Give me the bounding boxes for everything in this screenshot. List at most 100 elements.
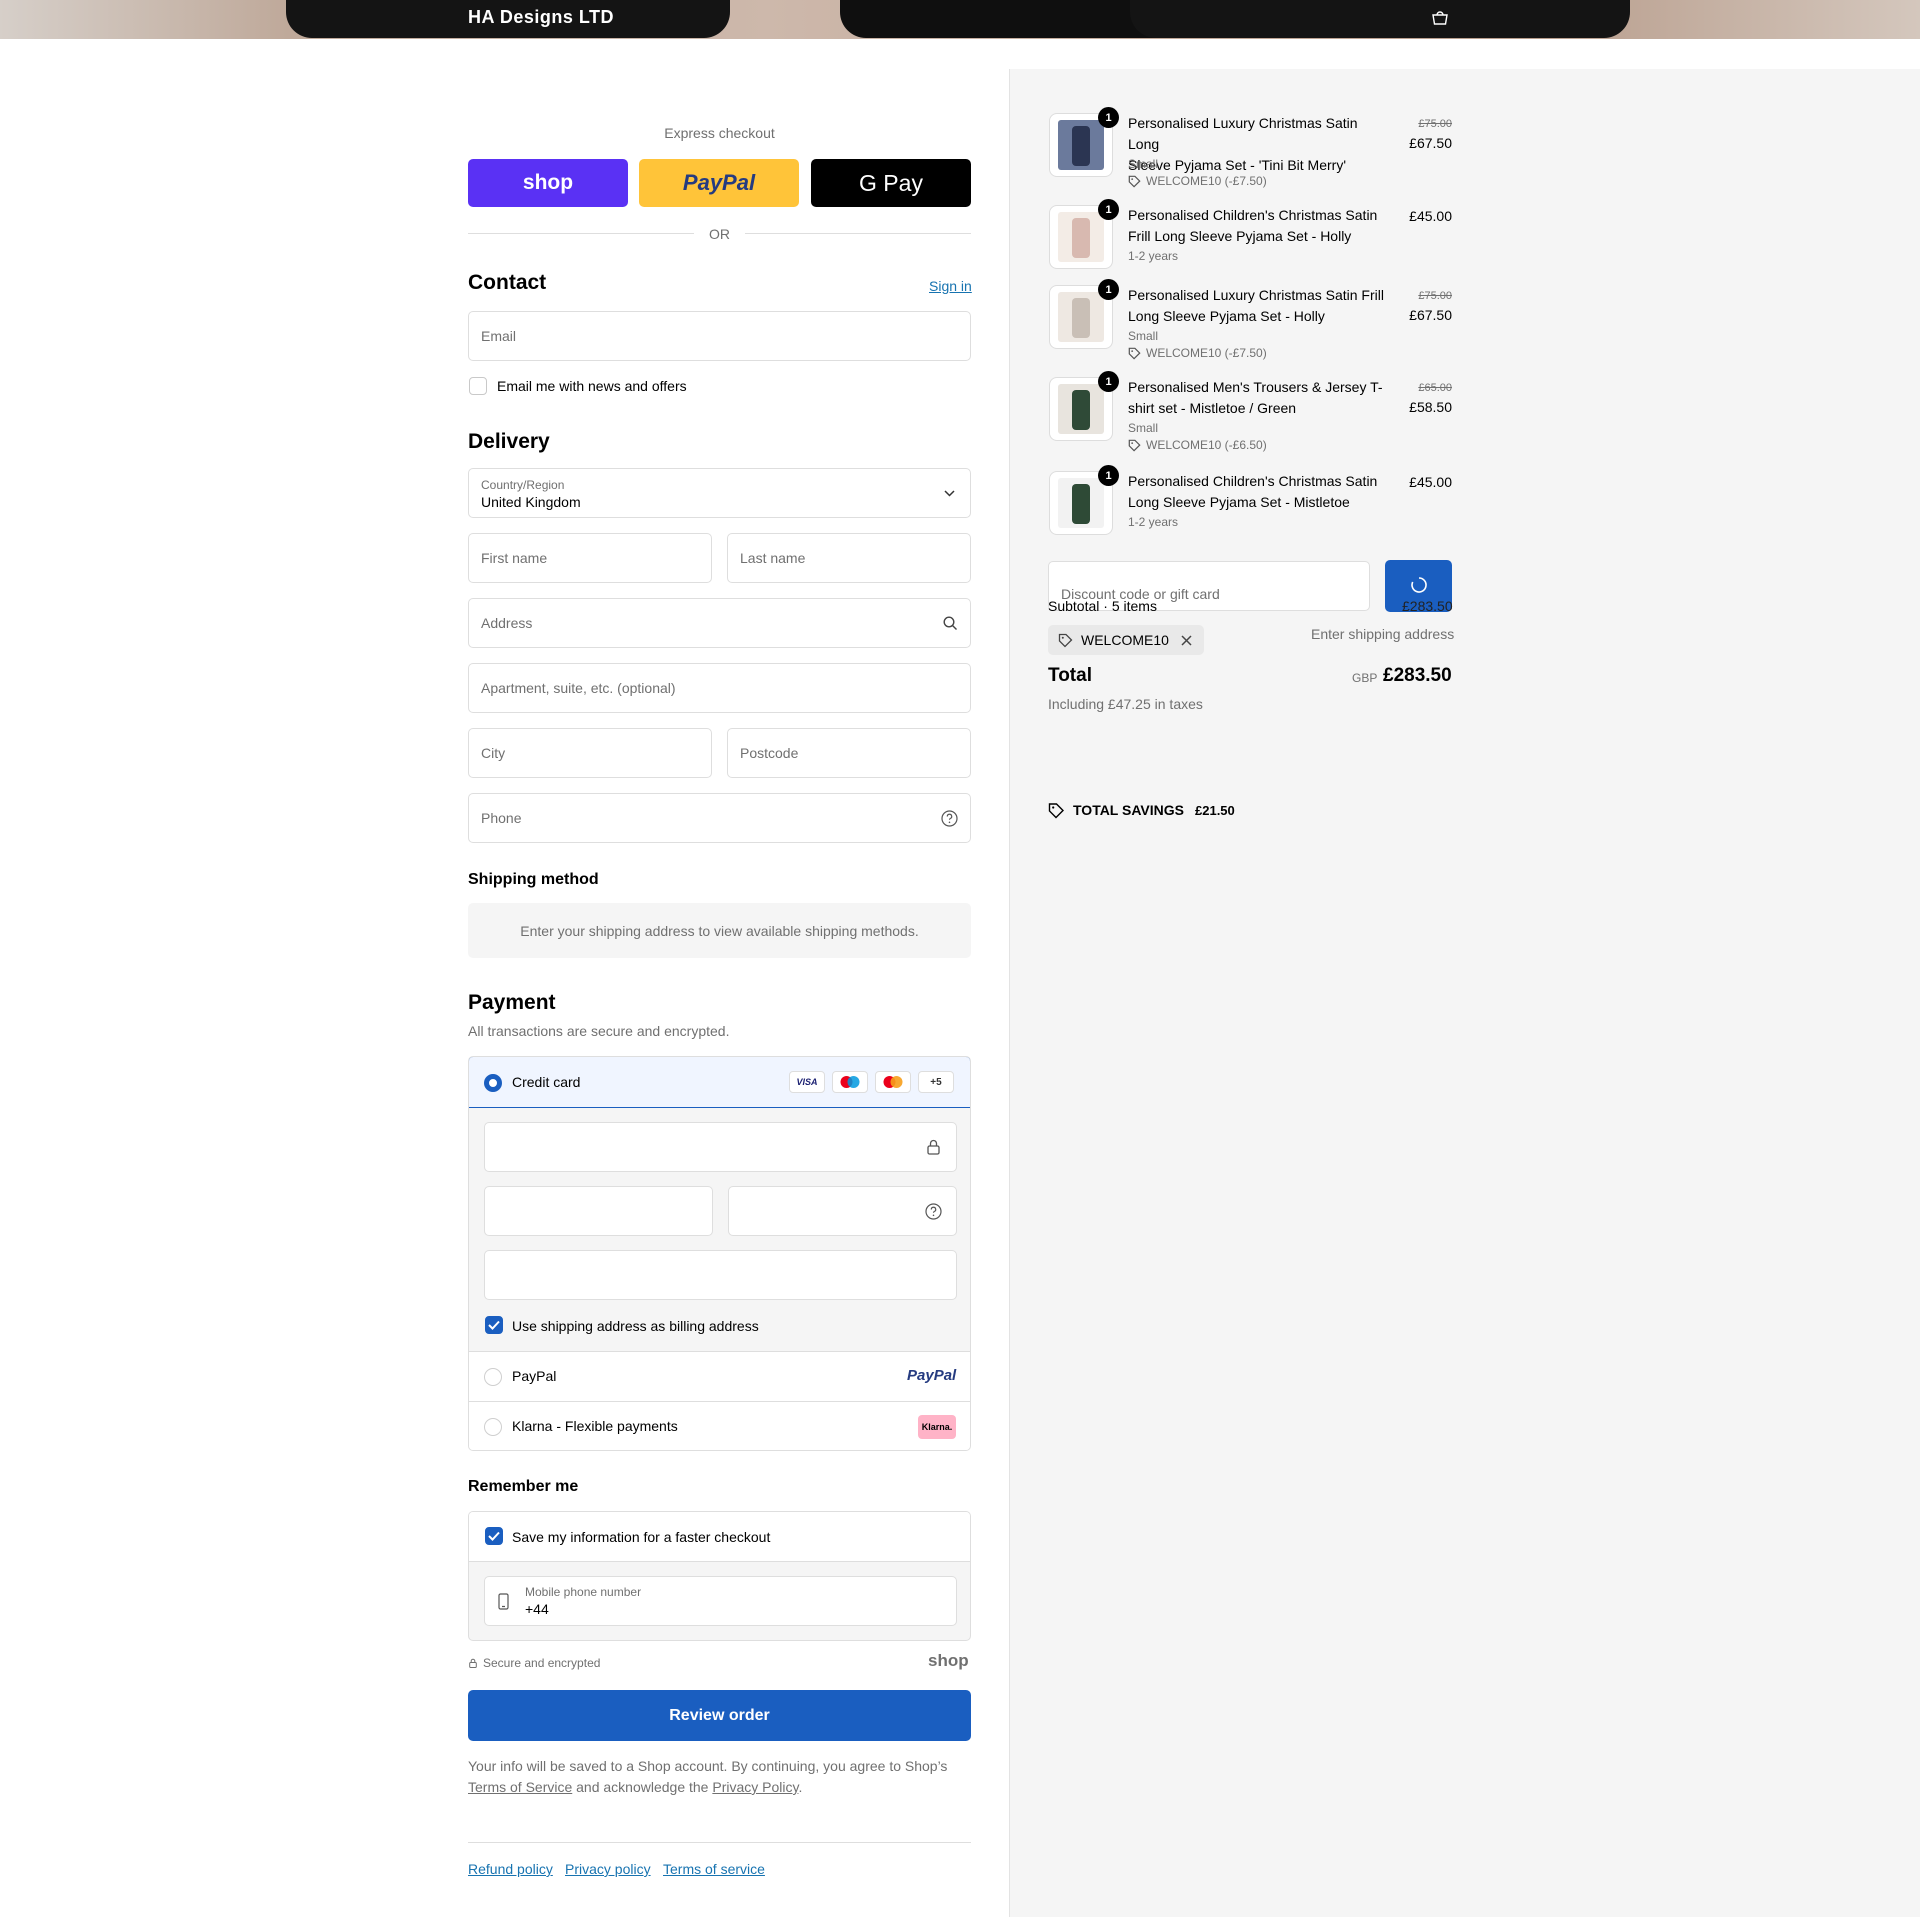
paypal-option-label: PayPal bbox=[512, 1368, 557, 1384]
privacy-policy-footer-link[interactable]: Privacy policy bbox=[565, 1861, 651, 1877]
klarna-logo: Klarna. bbox=[918, 1415, 956, 1439]
save-info-checkbox[interactable] bbox=[485, 1527, 503, 1545]
country-label: Country/Region bbox=[481, 478, 565, 492]
mobile-phone-label: Mobile phone number bbox=[525, 1585, 642, 1599]
phone-placeholder: Phone bbox=[481, 810, 522, 826]
shipping-notice: Enter your shipping address to view avai… bbox=[520, 922, 919, 939]
newsletter-checkbox[interactable] bbox=[469, 377, 487, 395]
terms-of-service-link[interactable]: Terms of Service bbox=[468, 1779, 572, 1795]
product-discount-text: WELCOME10 (-£7.50) bbox=[1146, 174, 1267, 188]
product-name-line-1: Personalised Children's Christmas Satin bbox=[1128, 207, 1378, 223]
total-label: Total bbox=[1048, 665, 1092, 686]
paypal-radio[interactable] bbox=[484, 1368, 502, 1386]
savings-tag-icon bbox=[1048, 803, 1064, 819]
country-select[interactable]: Country/Region United Kingdom bbox=[468, 468, 971, 518]
payment-methods: Credit card VISA +5 Use shipping address… bbox=[468, 1056, 971, 1451]
mobile-phone-value: +44 bbox=[525, 1601, 549, 1617]
security-code-field[interactable] bbox=[728, 1186, 957, 1236]
payment-subtitle: All transactions are secure and encrypte… bbox=[468, 1023, 730, 1039]
legal-text-3: . bbox=[798, 1779, 803, 1795]
apartment-field[interactable]: Apartment, suite, etc. (optional) bbox=[468, 663, 971, 713]
mobile-phone-field[interactable]: Mobile phone number +44 bbox=[484, 1576, 957, 1626]
lock-icon bbox=[469, 1658, 477, 1668]
postcode-placeholder: Postcode bbox=[740, 745, 799, 761]
quantity-badge: 1 bbox=[1098, 107, 1119, 128]
mobile-phone-icon bbox=[498, 1593, 509, 1610]
total-savings-label: TOTAL SAVINGS bbox=[1073, 802, 1184, 818]
credit-card-option[interactable]: Credit card VISA +5 bbox=[469, 1057, 970, 1108]
product-thumbnail: 1 bbox=[1049, 371, 1119, 441]
store-header: HA Designs LTD bbox=[0, 0, 1920, 39]
credit-card-label: Credit card bbox=[512, 1074, 581, 1090]
tag-icon bbox=[1128, 439, 1141, 452]
shop-pay-button[interactable]: shop bbox=[468, 159, 628, 207]
first-name-placeholder: First name bbox=[481, 550, 548, 566]
product-name: Personalised Men's Trousers & Jersey T- … bbox=[1128, 377, 1388, 419]
expiry-field[interactable] bbox=[484, 1186, 713, 1236]
paypal-button-label: PayPal bbox=[682, 170, 756, 195]
phone-field[interactable]: Phone bbox=[468, 793, 971, 843]
product-discount: WELCOME10 (-£7.50) bbox=[1128, 174, 1267, 188]
subtotal-label: Subtotal · 5 items bbox=[1048, 598, 1157, 614]
last-name-field[interactable]: Last name bbox=[727, 533, 971, 583]
bag-icon[interactable] bbox=[1431, 10, 1449, 25]
country-value: United Kingdom bbox=[481, 494, 581, 510]
help-icon[interactable] bbox=[941, 810, 958, 827]
product-discount: WELCOME10 (-£6.50) bbox=[1128, 438, 1267, 452]
refund-policy-link[interactable]: Refund policy bbox=[468, 1861, 553, 1877]
save-info-label: Save my information for a faster checkou… bbox=[512, 1529, 771, 1545]
help-icon[interactable] bbox=[925, 1203, 942, 1220]
product-thumbnail: 1 bbox=[1049, 279, 1119, 349]
billing-same-checkbox[interactable] bbox=[485, 1316, 503, 1334]
product-name-line-1: Personalised Children's Christmas Satin bbox=[1128, 473, 1378, 489]
address-field[interactable]: Address bbox=[468, 598, 971, 648]
or-divider: OR bbox=[468, 224, 971, 244]
terms-of-service-footer-link[interactable]: Terms of service bbox=[663, 1861, 765, 1877]
card-number-field[interactable] bbox=[484, 1122, 957, 1172]
klarna-radio[interactable] bbox=[484, 1418, 502, 1436]
paypal-option[interactable]: PayPal PayPal bbox=[469, 1351, 970, 1401]
email-placeholder: Email bbox=[481, 328, 517, 344]
product-thumbnail: 1 bbox=[1049, 199, 1119, 269]
city-field[interactable]: City bbox=[468, 728, 712, 778]
discount-tag: WELCOME10 bbox=[1048, 625, 1204, 655]
express-checkout-label: Express checkout bbox=[664, 125, 775, 141]
product-variant: 1-2 years bbox=[1128, 249, 1179, 263]
product-discount-text: WELCOME10 (-£6.50) bbox=[1146, 438, 1267, 452]
shipping-method-heading: Shipping method bbox=[468, 871, 599, 888]
product-thumbnail: 1 bbox=[1049, 107, 1119, 177]
tag-icon bbox=[1128, 347, 1141, 360]
google-pay-label: G Pay bbox=[859, 169, 923, 196]
product-price: £45.00 bbox=[1409, 474, 1452, 490]
close-icon[interactable] bbox=[1181, 634, 1192, 646]
name-on-card-field[interactable] bbox=[484, 1250, 957, 1300]
first-name-field[interactable]: First name bbox=[468, 533, 712, 583]
postcode-field[interactable]: Postcode bbox=[727, 728, 971, 778]
save-info-row[interactable]: Save my information for a faster checkou… bbox=[469, 1512, 970, 1562]
product-name-line-2: Long Sleeve Pyjama Set - Holly bbox=[1128, 308, 1325, 324]
google-pay-button[interactable]: G Pay bbox=[811, 159, 971, 207]
product-original-price: £75.00 bbox=[1418, 118, 1452, 130]
product-variant: 1-2 years bbox=[1128, 515, 1179, 529]
paypal-button[interactable]: PayPal bbox=[639, 159, 799, 207]
sign-in-link[interactable]: Sign in bbox=[929, 278, 972, 294]
secure-encrypted-label: Secure and encrypted bbox=[483, 1656, 601, 1670]
product-name-line-2: Frill Long Sleeve Pyjama Set - Holly bbox=[1128, 228, 1352, 244]
store-name[interactable]: HA Designs LTD bbox=[468, 7, 614, 28]
or-label: OR bbox=[709, 226, 730, 242]
product-discount-text: WELCOME10 (-£7.50) bbox=[1146, 346, 1267, 360]
privacy-policy-link[interactable]: Privacy Policy bbox=[712, 1779, 798, 1795]
taxes-note: Including £47.25 in taxes bbox=[1048, 696, 1203, 712]
credit-card-radio[interactable] bbox=[484, 1074, 502, 1092]
visa-icon: VISA bbox=[789, 1071, 825, 1093]
remember-me-box: Save my information for a faster checkou… bbox=[468, 1511, 971, 1641]
klarna-option[interactable]: Klarna - Flexible payments Klarna. bbox=[469, 1401, 970, 1450]
email-field[interactable]: Email bbox=[468, 311, 971, 361]
review-order-button[interactable]: Review order bbox=[468, 1690, 971, 1741]
header-image-bag-3 bbox=[1130, 0, 1630, 38]
product-name-line-1: Personalised Luxury Christmas Satin Long bbox=[1128, 115, 1358, 152]
legal-text-1: Your info will be saved to a Shop accoun… bbox=[468, 1758, 948, 1774]
chevron-down-icon bbox=[944, 490, 955, 497]
product-name: Personalised Luxury Christmas Satin Long… bbox=[1128, 113, 1388, 176]
legal-text-2: and acknowledge the bbox=[576, 1779, 709, 1795]
